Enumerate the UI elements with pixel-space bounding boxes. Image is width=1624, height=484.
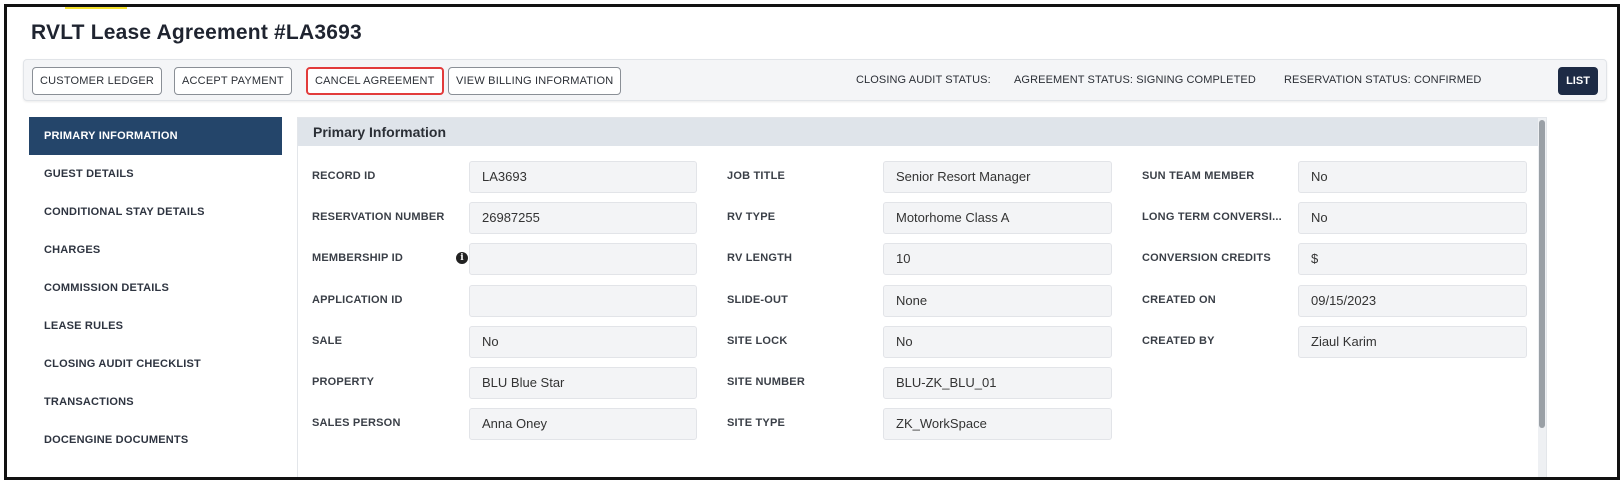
reservation-number-field[interactable]: 26987255 xyxy=(469,202,697,234)
site-type-field[interactable]: ZK_WorkSpace xyxy=(883,408,1112,440)
field-label-site-lock: SITE LOCK xyxy=(727,335,788,347)
job-title-field[interactable]: Senior Resort Manager xyxy=(883,161,1112,193)
sidebar-item-lease-rules[interactable]: LEASE RULES xyxy=(29,307,282,345)
membership-id-field[interactable] xyxy=(469,243,697,275)
field-label-rv-type: RV TYPE xyxy=(727,211,776,223)
field-label-created-on: CREATED ON xyxy=(1142,294,1216,306)
reservation-status: RESERVATION STATUS: CONFIRMED xyxy=(1284,74,1482,86)
highlight-marker xyxy=(65,7,127,9)
field-label-sales-person: SALES PERSON xyxy=(312,417,401,429)
closing-audit-status: CLOSING AUDIT STATUS: xyxy=(856,74,991,86)
panel-scrollbar[interactable] xyxy=(1538,118,1546,477)
sales-person-field[interactable]: Anna Oney xyxy=(469,408,697,440)
conversion-credits-field[interactable]: $ xyxy=(1298,243,1527,275)
field-label-created-by: CREATED BY xyxy=(1142,335,1215,347)
created-by-field[interactable]: Ziaul Karim xyxy=(1298,326,1527,358)
sidebar-item-transactions[interactable]: TRANSACTIONS xyxy=(29,383,282,421)
field-label-application-id: APPLICATION ID xyxy=(312,294,403,306)
record-id-field[interactable]: LA3693 xyxy=(469,161,697,193)
sidebar-item-closing-audit-checklist[interactable]: CLOSING AUDIT CHECKLIST xyxy=(29,345,282,383)
cancel-agreement-button[interactable]: CANCEL AGREEMENT xyxy=(306,67,444,95)
sidebar-item-charges[interactable]: CHARGES xyxy=(29,231,282,269)
site-number-field[interactable]: BLU-ZK_BLU_01 xyxy=(883,367,1112,399)
site-lock-field[interactable]: No xyxy=(883,326,1112,358)
field-label-membership-id: MEMBERSHIP ID xyxy=(312,252,404,264)
field-label-rv-length: RV LENGTH xyxy=(727,252,793,264)
scrollbar-thumb[interactable] xyxy=(1539,120,1545,428)
property-field[interactable]: BLU Blue Star xyxy=(469,367,697,399)
rv-length-field[interactable]: 10 xyxy=(883,243,1112,275)
application-id-field[interactable] xyxy=(469,285,697,317)
slide-out-field[interactable]: None xyxy=(883,285,1112,317)
app-window: RVLT Lease Agreement #LA3693 CUSTOMER LE… xyxy=(4,4,1620,480)
field-label-sun-team-member: SUN TEAM MEMBER xyxy=(1142,170,1255,182)
field-label-long-term-conversion: LONG TERM CONVERSI... xyxy=(1142,211,1282,223)
field-label-site-type: SITE TYPE xyxy=(727,417,786,429)
sidebar-item-conditional-stay-details[interactable]: CONDITIONAL STAY DETAILS xyxy=(29,193,282,231)
sidebar-item-docengine-documents[interactable]: DOCENGINE DOCUMENTS xyxy=(29,421,282,459)
created-on-field[interactable]: 09/15/2023 xyxy=(1298,285,1527,317)
list-button[interactable]: LIST xyxy=(1558,67,1598,95)
field-label-site-number: SITE NUMBER xyxy=(727,376,805,388)
field-label-slide-out: SLIDE-OUT xyxy=(727,294,789,306)
customer-ledger-button[interactable]: CUSTOMER LEDGER xyxy=(32,67,163,95)
field-label-property: PROPERTY xyxy=(312,376,375,388)
sidebar-item-guest-details[interactable]: GUEST DETAILS xyxy=(29,155,282,193)
agreement-status: AGREEMENT STATUS: SIGNING COMPLETED xyxy=(1014,74,1256,86)
action-toolbar: CUSTOMER LEDGER ACCEPT PAYMENT CANCEL AG… xyxy=(23,59,1607,101)
sidebar-nav: PRIMARY INFORMATION GUEST DETAILS CONDIT… xyxy=(29,117,282,477)
rv-type-field[interactable]: Motorhome Class A xyxy=(883,202,1112,234)
field-label-reservation-number: RESERVATION NUMBER xyxy=(312,211,445,223)
sale-field[interactable]: No xyxy=(469,326,697,358)
field-label-sale: SALE xyxy=(312,335,343,347)
primary-information-panel: Primary Information RECORD ID LA3693 RES… xyxy=(297,117,1547,477)
info-icon[interactable]: i xyxy=(456,252,468,264)
accept-payment-button[interactable]: ACCEPT PAYMENT xyxy=(174,67,292,95)
field-label-conversion-credits: CONVERSION CREDITS xyxy=(1142,252,1271,264)
field-label-job-title: JOB TITLE xyxy=(727,170,786,182)
sidebar-item-commission-details[interactable]: COMMISSION DETAILS xyxy=(29,269,282,307)
sidebar-item-primary-information[interactable]: PRIMARY INFORMATION xyxy=(29,117,282,155)
view-billing-information-button[interactable]: VIEW BILLING INFORMATION xyxy=(448,67,622,95)
field-label-record-id: RECORD ID xyxy=(312,170,376,182)
sun-team-member-field[interactable]: No xyxy=(1298,161,1527,193)
panel-title: Primary Information xyxy=(298,118,1546,146)
page-title: RVLT Lease Agreement #LA3693 xyxy=(31,21,362,44)
long-term-conversion-field[interactable]: No xyxy=(1298,202,1527,234)
